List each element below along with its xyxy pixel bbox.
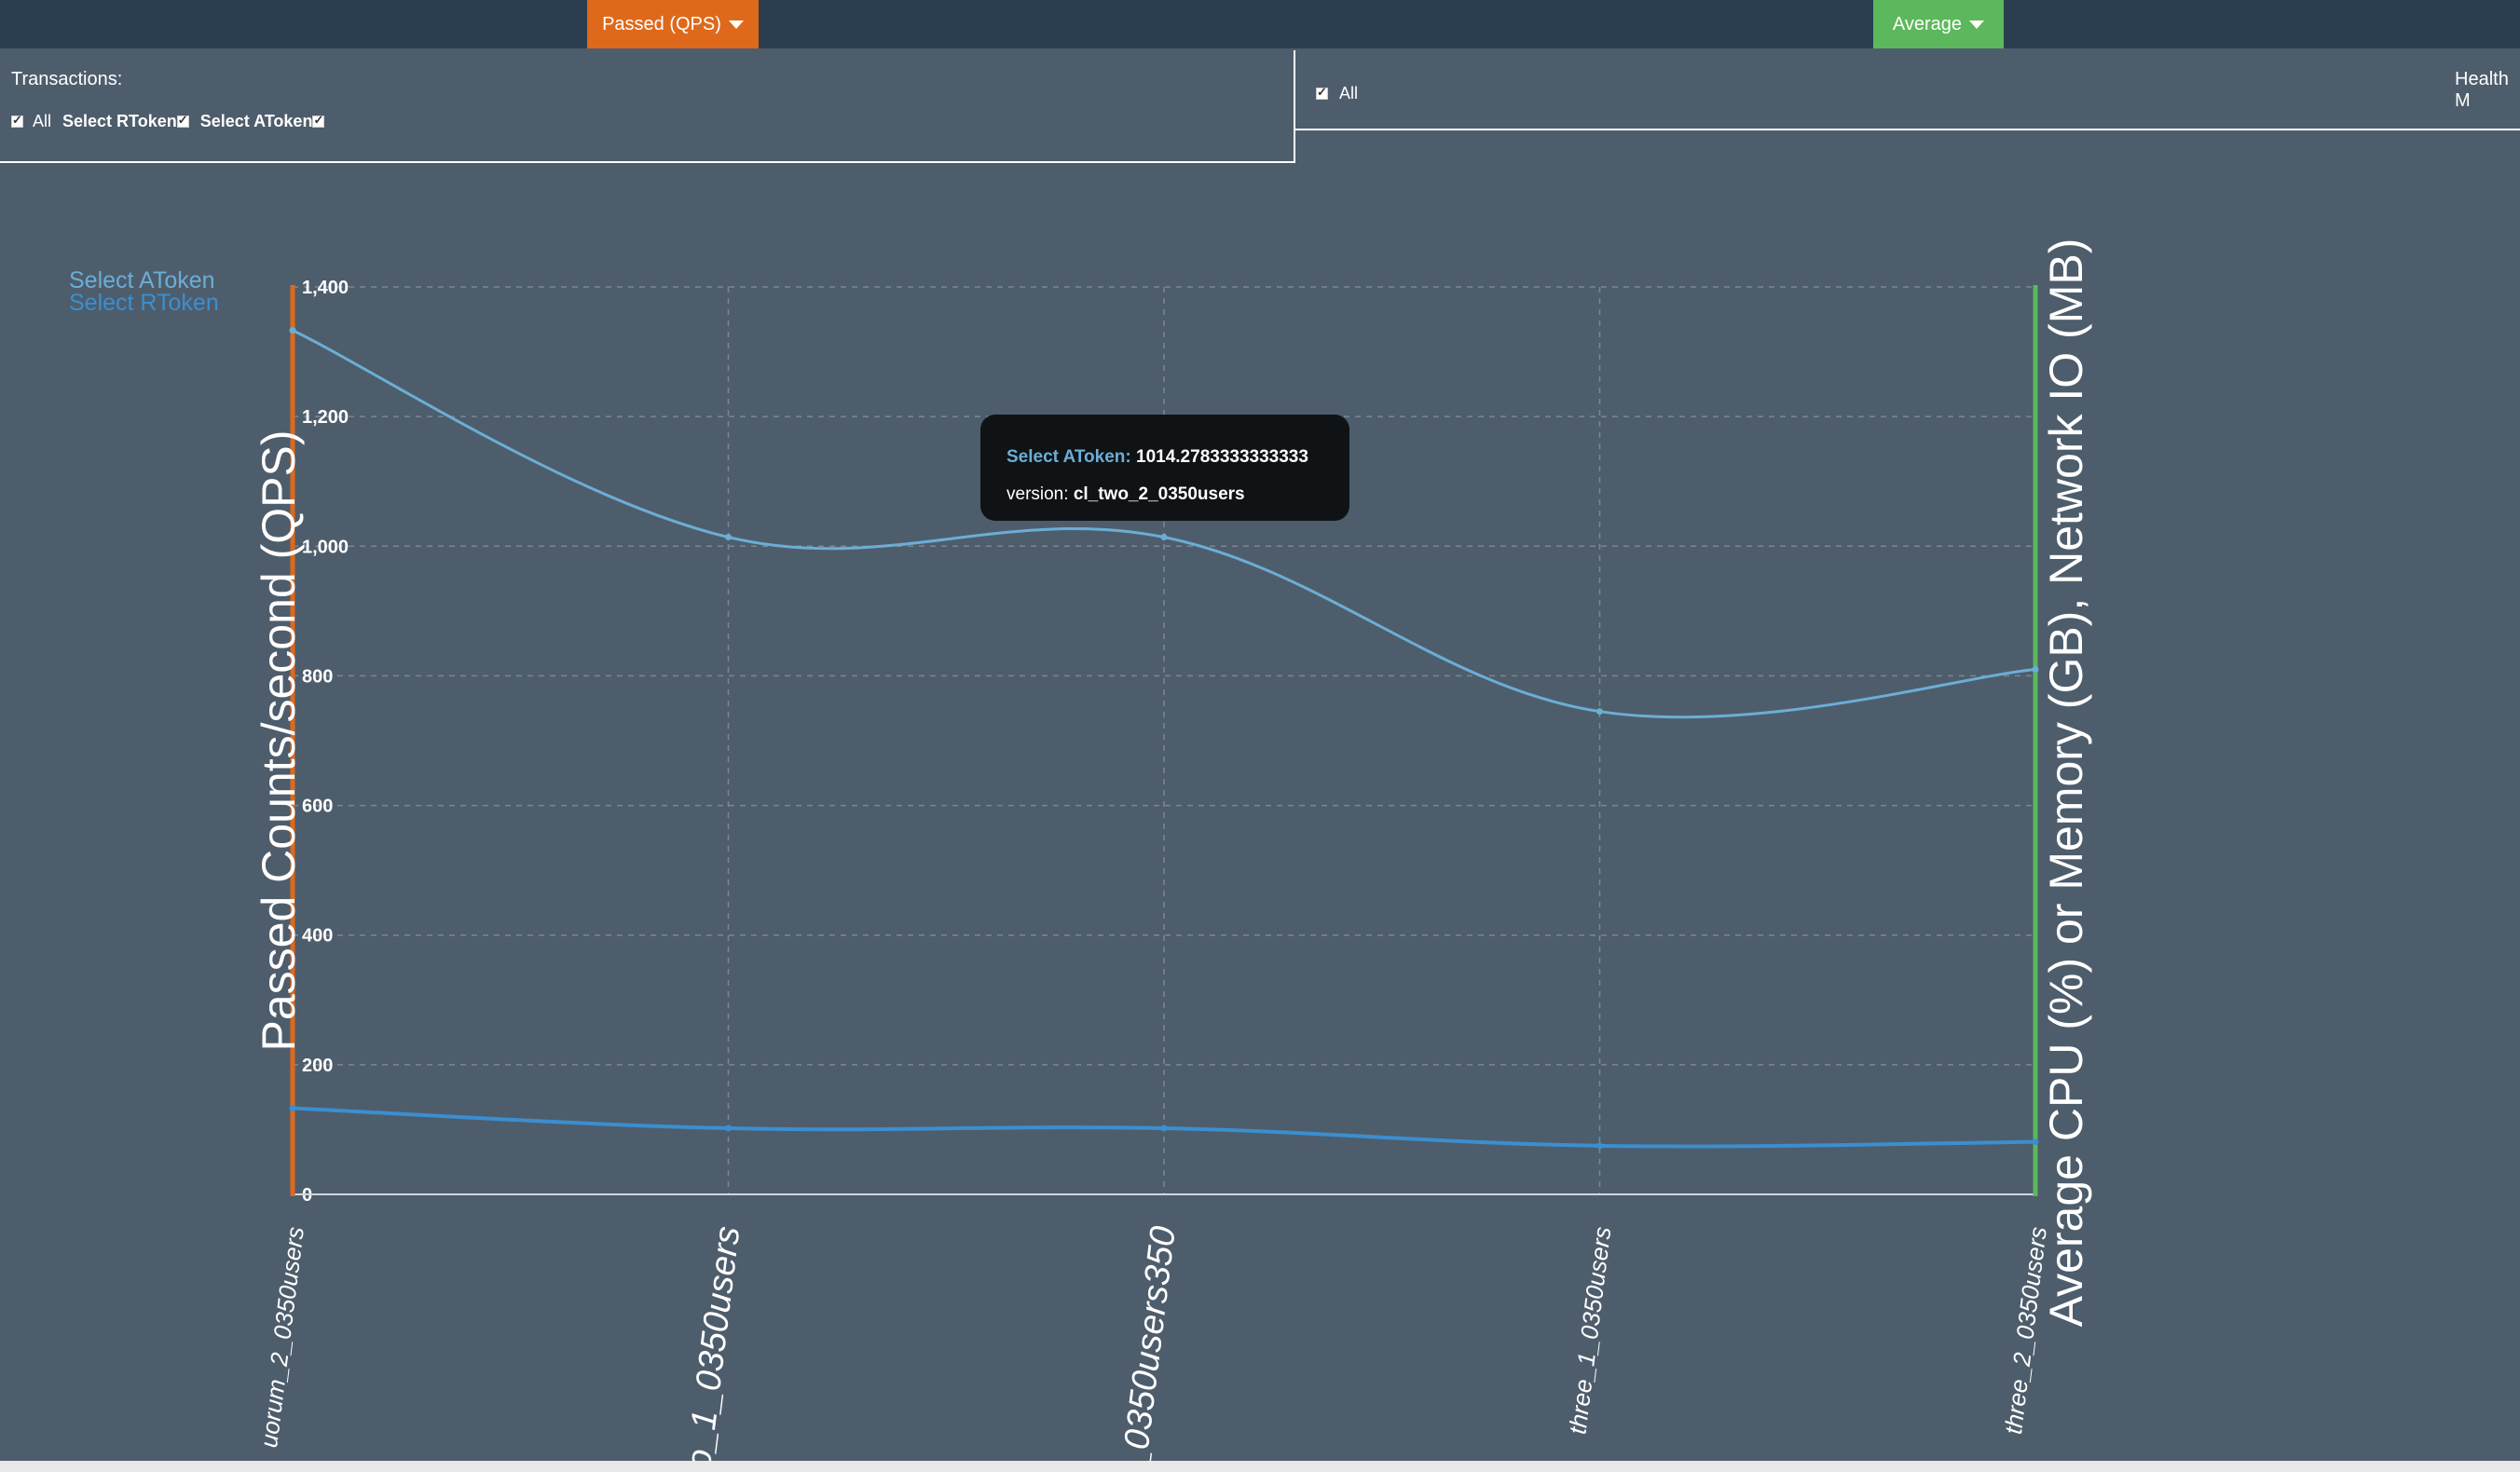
y-tick-label: 1,400	[302, 278, 349, 298]
data-point	[1596, 708, 1603, 716]
tooltip-version-label: version:	[1007, 484, 1069, 504]
x-tick-label: three_2_0350users	[1999, 1225, 2052, 1436]
data-point	[725, 534, 732, 541]
y-tick-label: 200	[302, 1056, 333, 1076]
tooltip-version-row: version: cl_two_2_0350users	[1007, 476, 1349, 513]
chart-tooltip: Select AToken: 1014.2783333333333 versio…	[980, 415, 1349, 521]
data-point	[2032, 1138, 2039, 1146]
data-point	[1596, 1142, 1603, 1150]
line-chart: 02004006008001,0001,2001,400Select AToke…	[69, 239, 2092, 1472]
y-tick-label: 800	[302, 666, 333, 687]
y-axis-label: Passed Counts/second (QPS)	[253, 430, 305, 1052]
y-tick-label: 400	[302, 926, 333, 947]
legend-item: Select RToken	[69, 290, 219, 316]
data-point	[2032, 665, 2039, 673]
x-tick-label: three_1_0350users	[1563, 1225, 1616, 1436]
data-point	[1160, 1124, 1168, 1132]
data-point	[1160, 534, 1168, 541]
y-tick-label: 600	[302, 797, 333, 817]
tooltip-value: 1014.2783333333333	[1136, 447, 1308, 467]
y2-axis-label: Average CPU (%) or Memory (GB), Network …	[2040, 239, 2092, 1328]
data-point	[725, 1124, 732, 1132]
tooltip-series-label: Select AToken:	[1007, 447, 1131, 467]
x-tick-label: o_1_0350users	[679, 1224, 748, 1471]
data-point	[289, 327, 296, 334]
y-tick-label: 1,000	[302, 537, 349, 557]
horizontal-scrollbar[interactable]	[0, 1461, 2520, 1472]
data-point	[289, 1104, 296, 1111]
tooltip-value-row: Select AToken: 1014.2783333333333	[1007, 439, 1349, 476]
x-tick-label: o_2_0350users350	[1108, 1224, 1184, 1472]
tooltip-version-value: cl_two_2_0350users	[1073, 484, 1245, 504]
y-tick-label: 1,200	[302, 407, 349, 428]
x-tick-label: uorum_2_0350users	[254, 1225, 309, 1449]
